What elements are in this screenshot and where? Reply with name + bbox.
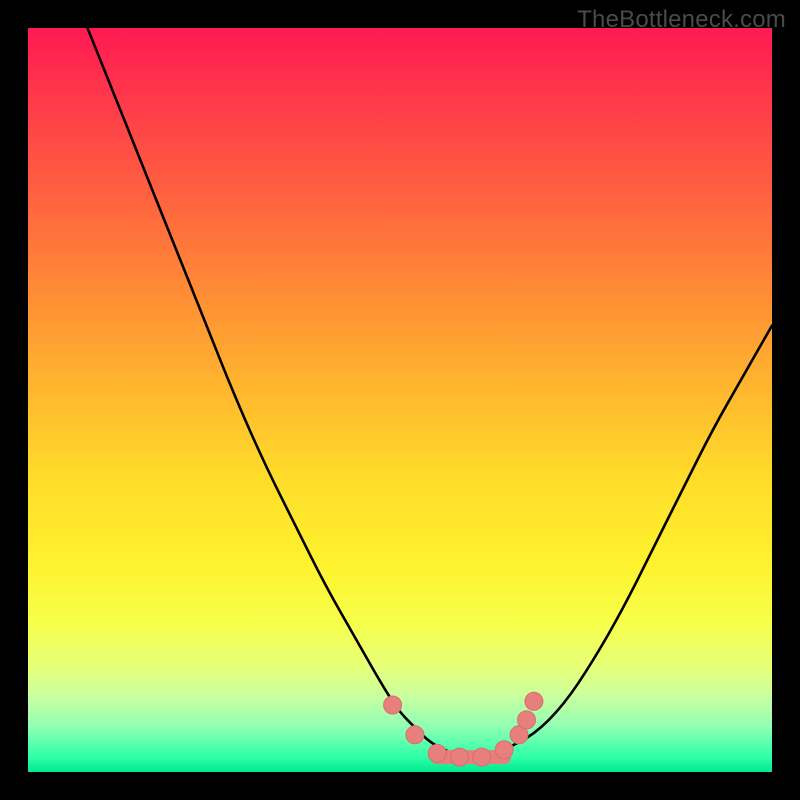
curve-marker bbox=[518, 711, 536, 729]
curve-marker bbox=[473, 748, 491, 766]
curve-marker bbox=[495, 741, 513, 759]
bottleneck-curve-svg bbox=[28, 28, 772, 772]
chart-stage: TheBottleneck.com bbox=[0, 0, 800, 800]
curve-marker bbox=[406, 726, 424, 744]
curve-marker bbox=[384, 696, 402, 714]
curve-marker bbox=[428, 744, 446, 762]
curve-markers bbox=[384, 692, 543, 766]
curve-marker bbox=[451, 748, 469, 766]
curve-marker bbox=[525, 692, 543, 710]
plot-area bbox=[28, 28, 772, 772]
bottleneck-curve bbox=[88, 28, 773, 757]
